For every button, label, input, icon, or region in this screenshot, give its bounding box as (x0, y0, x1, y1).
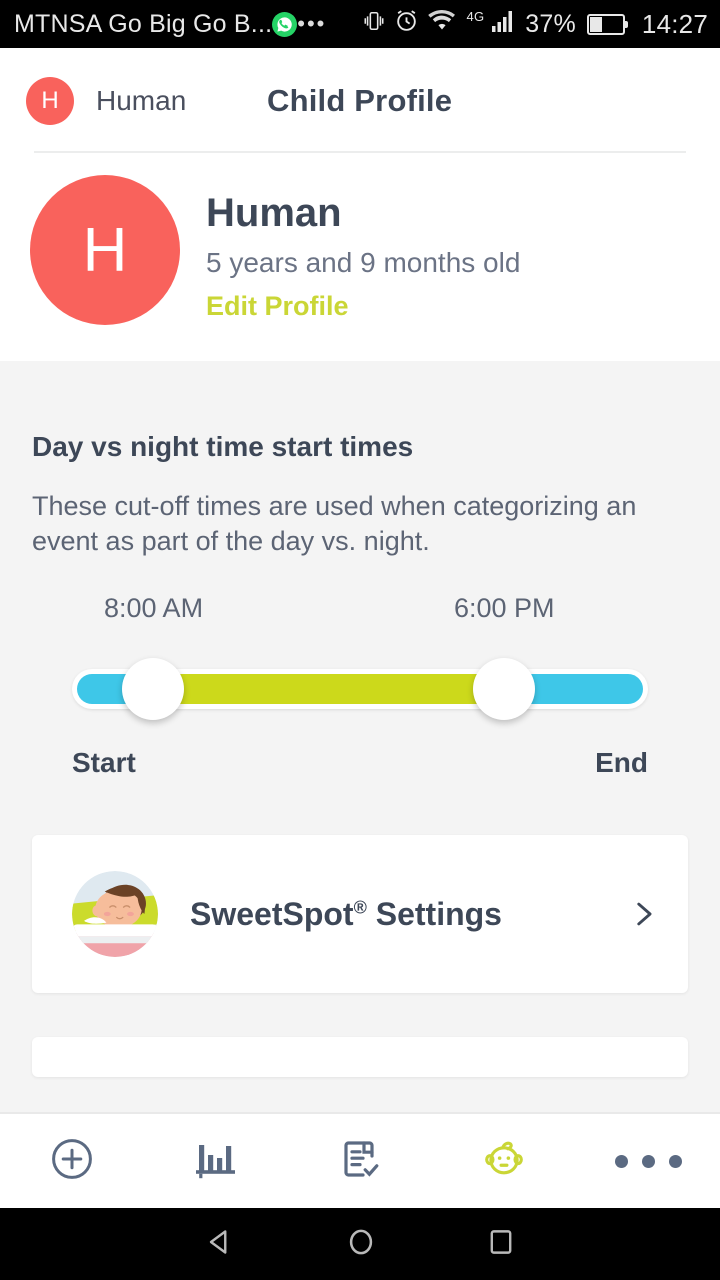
section-title: Day vs night time start times (32, 431, 414, 462)
android-nav-bar (0, 1208, 720, 1280)
next-settings-row-partial[interactable] (32, 1037, 688, 1078)
page-title: Child Profile (267, 82, 453, 118)
tab-log[interactable] (288, 1114, 432, 1208)
whatsapp-icon (272, 11, 298, 37)
notification-overflow-icon: ••• (297, 11, 327, 36)
slider-end-time-value: 6:00 PM (454, 593, 555, 624)
sweetspot-brand: SweetSpot (190, 895, 354, 932)
battery-percent-label: 37% (525, 9, 576, 38)
android-status-bar: MTNSA Go Big Go B... ••• 4G 37% 14:27 (0, 0, 720, 48)
wifi-icon (427, 9, 456, 39)
slider-value-labels: 8:00 AM 6:00 PM (72, 593, 648, 635)
network-type-label: 4G (466, 8, 485, 24)
add-circle-icon (48, 1135, 96, 1188)
tab-more[interactable] (576, 1114, 720, 1208)
app-header: H Human Child Profile (0, 48, 720, 153)
settings-content: Day vs night time start times These cut-… (0, 361, 720, 1078)
alarm-clock-icon (394, 8, 419, 40)
back-triangle-icon[interactable] (202, 1224, 238, 1265)
edit-profile-link[interactable]: Edit Profile (206, 291, 349, 322)
registered-mark: ® (353, 897, 367, 918)
tab-add[interactable] (0, 1114, 144, 1208)
more-dots-icon (614, 1154, 682, 1168)
phone-screen: MTNSA Go Big Go B... ••• 4G 37% 14:27 H … (0, 0, 720, 1280)
chevron-right-icon[interactable] (626, 897, 660, 931)
slider-end-label: End (595, 747, 648, 779)
slider-selected-range (156, 674, 502, 705)
bottom-tab-bar (0, 1112, 720, 1208)
bar-chart-icon (192, 1135, 240, 1188)
recents-square-icon[interactable] (484, 1225, 518, 1264)
sweetspot-settings-label: SweetSpot® Settings (190, 896, 626, 933)
header-avatar[interactable]: H (26, 76, 74, 125)
header-child-name[interactable]: Human (96, 85, 186, 117)
header-divider (34, 151, 686, 153)
carrier-label: MTNSA Go Big Go B... (14, 9, 273, 38)
day-night-range-slider[interactable]: 8:00 AM 6:00 PM Start End (0, 559, 720, 779)
slider-end-labels: Start End (72, 747, 648, 779)
sleeping-child-icon (72, 871, 158, 958)
signal-bars-icon (491, 9, 515, 40)
profile-avatar[interactable]: H (30, 175, 180, 325)
tab-stats[interactable] (144, 1114, 288, 1208)
battery-icon (586, 13, 628, 35)
profile-name: Human (206, 191, 342, 235)
vibrate-icon (363, 8, 385, 41)
profile-info: Human 5 years and 9 months old Edit Prof… (206, 175, 520, 322)
home-circle-icon[interactable] (343, 1224, 379, 1265)
baby-face-icon (479, 1134, 529, 1189)
clock-label: 14:27 (641, 8, 708, 39)
profile-card: H Human 5 years and 9 months old Edit Pr… (0, 153, 720, 361)
status-icons-group: 4G 37% 14:27 (363, 8, 708, 41)
slider-start-label: Start (72, 747, 136, 779)
header-avatar-initial: H (41, 86, 59, 114)
slider-track-container[interactable] (72, 658, 648, 721)
profile-avatar-initial: H (82, 215, 128, 285)
slider-start-time-value: 8:00 AM (104, 593, 204, 624)
slider-end-handle[interactable] (473, 658, 535, 721)
slider-start-handle[interactable] (121, 658, 184, 721)
sweetspot-settings-row[interactable]: SweetSpot® Settings (32, 835, 688, 994)
section-description: These cut-off times are used when catego… (32, 491, 637, 557)
sweetspot-settings-tail: Settings (366, 895, 502, 932)
tab-child[interactable] (432, 1114, 576, 1208)
checklist-icon (336, 1135, 384, 1188)
profile-age: 5 years and 9 months old (206, 247, 521, 278)
